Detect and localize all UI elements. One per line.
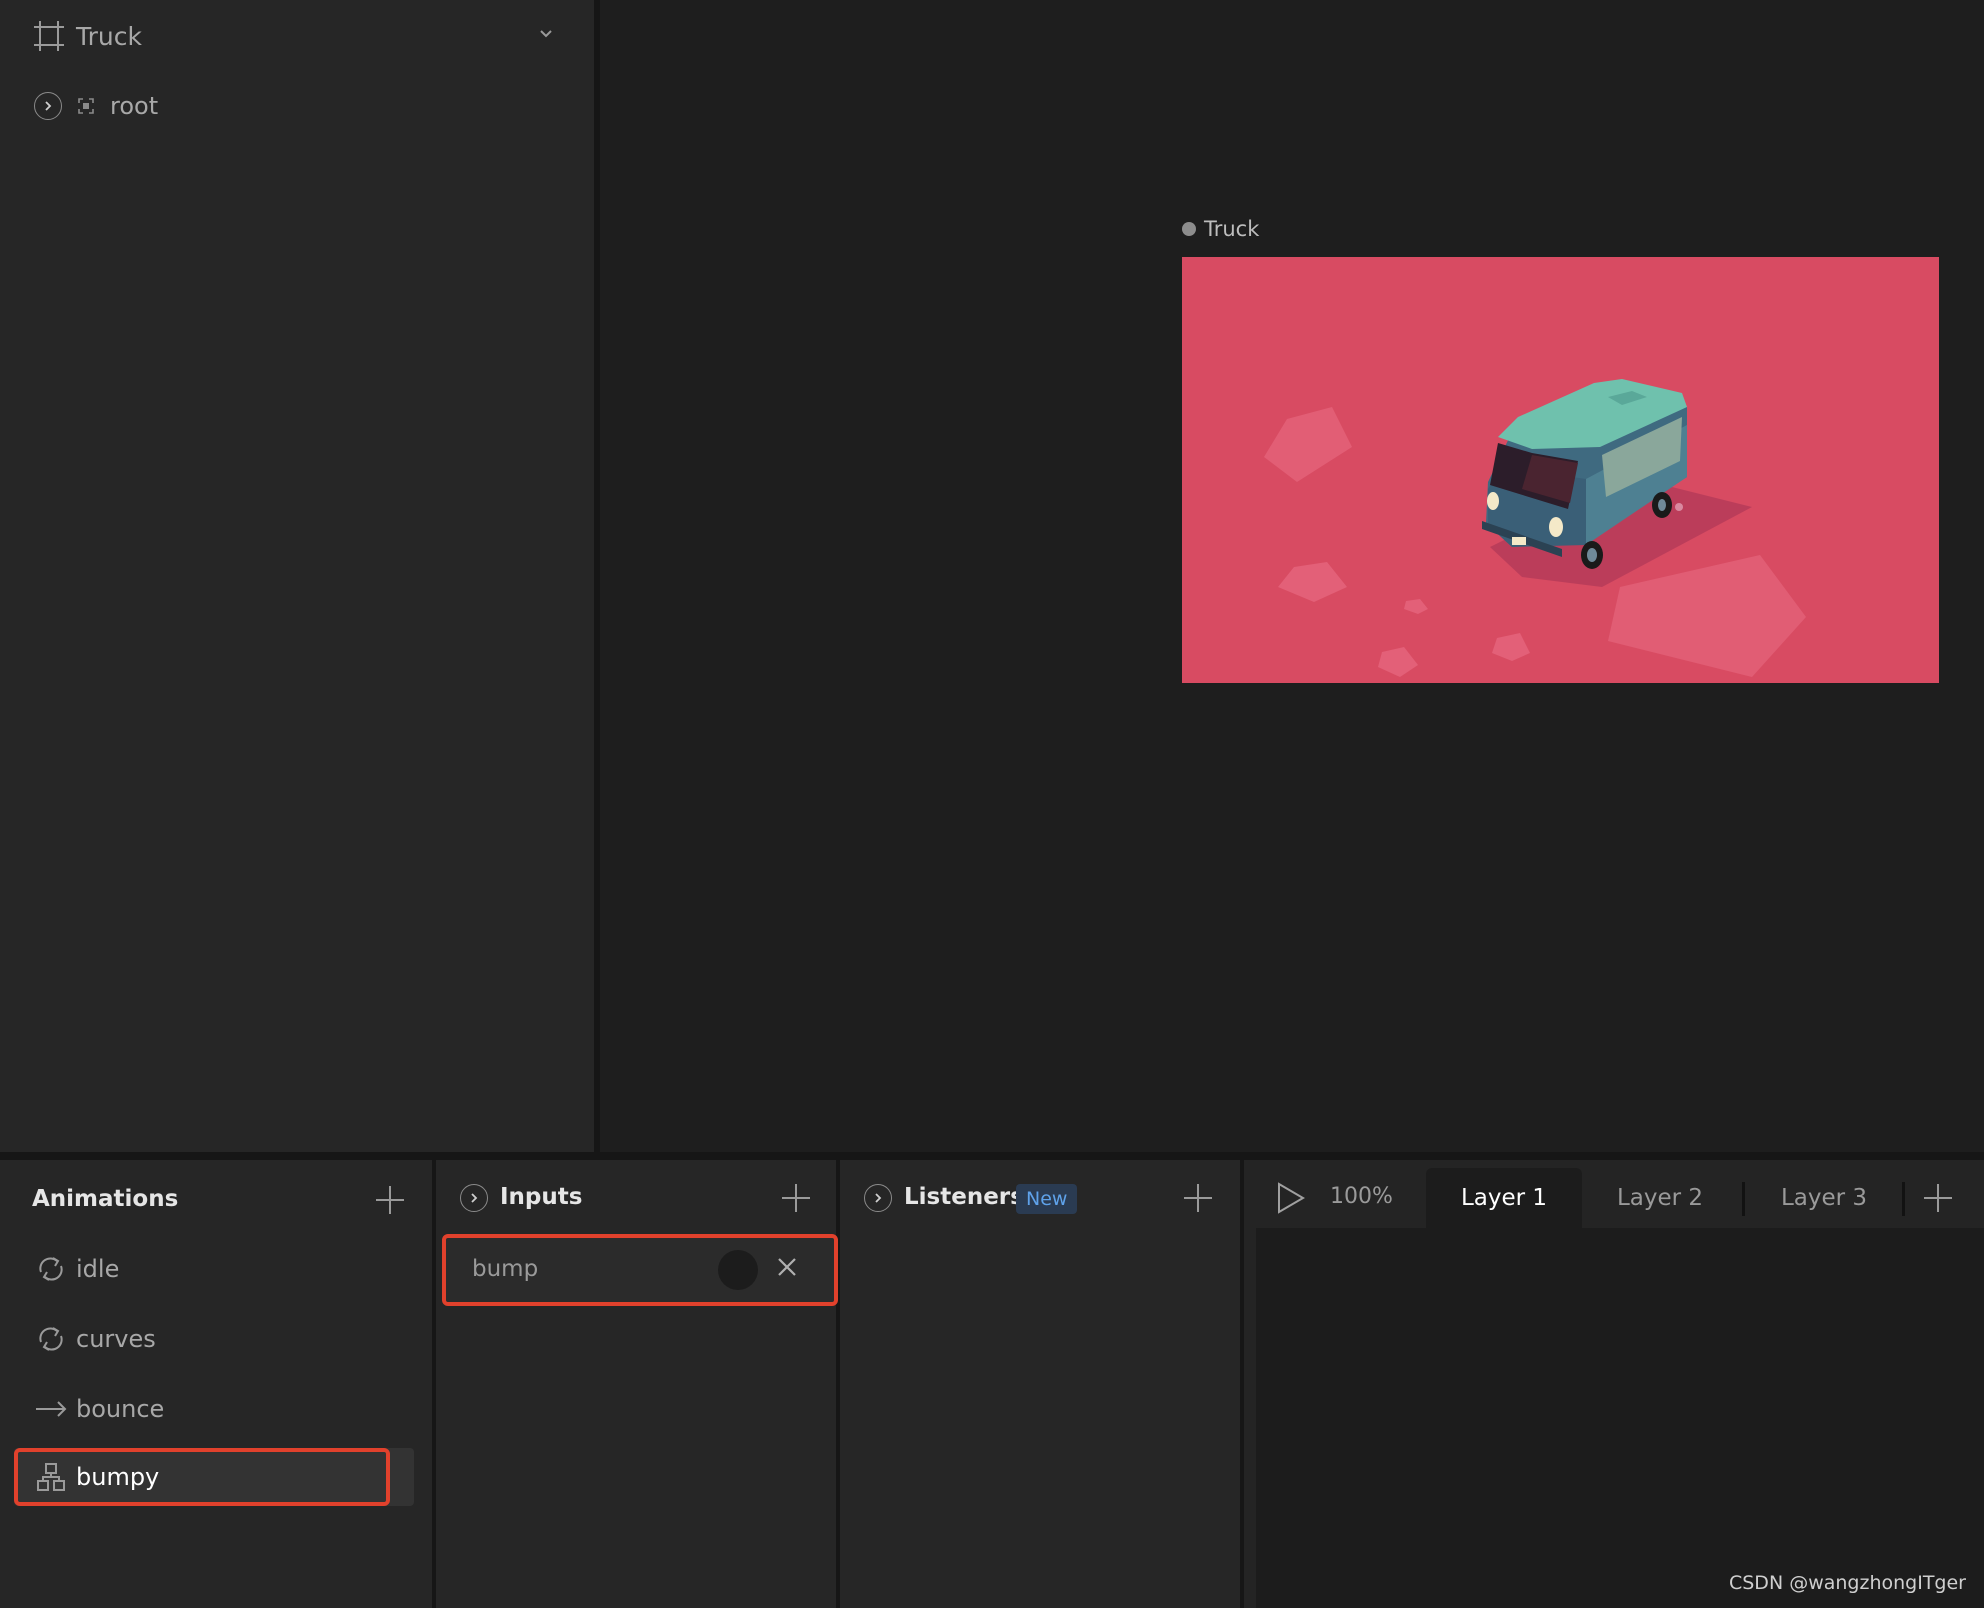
stage-canvas[interactable]: Truck [600, 0, 1984, 1152]
loop-icon [34, 1324, 68, 1354]
play-icon[interactable] [1276, 1182, 1306, 1214]
expand-chevron-icon[interactable] [34, 92, 62, 120]
add-animation-plus-icon[interactable] [376, 1186, 404, 1214]
tab-divider [1902, 1182, 1905, 1216]
animations-panel: Animations idle curves bounce bumpy [0, 1160, 432, 1608]
inputs-title: Inputs [500, 1184, 583, 1210]
truck-illustration [1182, 257, 1939, 683]
add-layer-plus-icon[interactable] [1924, 1184, 1952, 1212]
tab-layer-1[interactable]: Layer 1 [1426, 1168, 1582, 1228]
artboard-row[interactable]: Truck [34, 18, 554, 54]
animation-item-bounce[interactable]: bounce [14, 1380, 414, 1438]
add-listener-plus-icon[interactable] [1184, 1184, 1212, 1212]
tree-item-root[interactable]: root [34, 88, 158, 124]
zoom-level[interactable]: 100% [1330, 1184, 1393, 1209]
loop-icon [34, 1254, 68, 1284]
artboard-label[interactable]: Truck [1182, 217, 1259, 241]
tree-item-label: root [110, 92, 159, 120]
animation-item-idle[interactable]: idle [14, 1240, 414, 1298]
selection-highlight [14, 1448, 390, 1506]
artboard-icon [34, 21, 64, 51]
inputs-panel: Inputs bump [436, 1160, 838, 1608]
arrow-right-icon [34, 1399, 68, 1419]
animation-item-bumpy[interactable]: bumpy [14, 1448, 414, 1506]
timeline-panel: 100% Layer 1 Layer 2 Layer 3 [1244, 1160, 1984, 1608]
tab-layer-2[interactable]: Layer 2 [1582, 1168, 1738, 1228]
group-icon [76, 96, 96, 116]
animation-item-curves[interactable]: curves [14, 1310, 414, 1368]
artboard-preview[interactable] [1182, 257, 1939, 683]
input-item-bump[interactable]: bump [442, 1234, 838, 1306]
input-name: bump [472, 1256, 539, 1282]
chevron-down-icon[interactable] [538, 26, 554, 42]
animations-title: Animations [32, 1186, 179, 1212]
add-input-plus-icon[interactable] [782, 1184, 810, 1212]
tab-layer-3[interactable]: Layer 3 [1746, 1168, 1902, 1228]
tab-divider [1742, 1182, 1745, 1216]
artboard-dot-icon [1182, 222, 1196, 236]
new-badge: New [1016, 1184, 1078, 1214]
listeners-panel: Listeners New [840, 1160, 1240, 1608]
close-icon[interactable] [776, 1256, 798, 1278]
expand-chevron-icon[interactable] [864, 1184, 892, 1212]
listeners-title: Listeners [904, 1184, 1024, 1210]
watermark: CSDN @wangzhongITger [1728, 1572, 1966, 1594]
layer-graph-area[interactable] [1256, 1228, 1984, 1608]
expand-chevron-icon[interactable] [460, 1184, 488, 1212]
hierarchy-panel: Truck root [0, 0, 594, 1152]
artboard-name: Truck [76, 21, 142, 51]
trigger-knob[interactable] [718, 1250, 758, 1290]
